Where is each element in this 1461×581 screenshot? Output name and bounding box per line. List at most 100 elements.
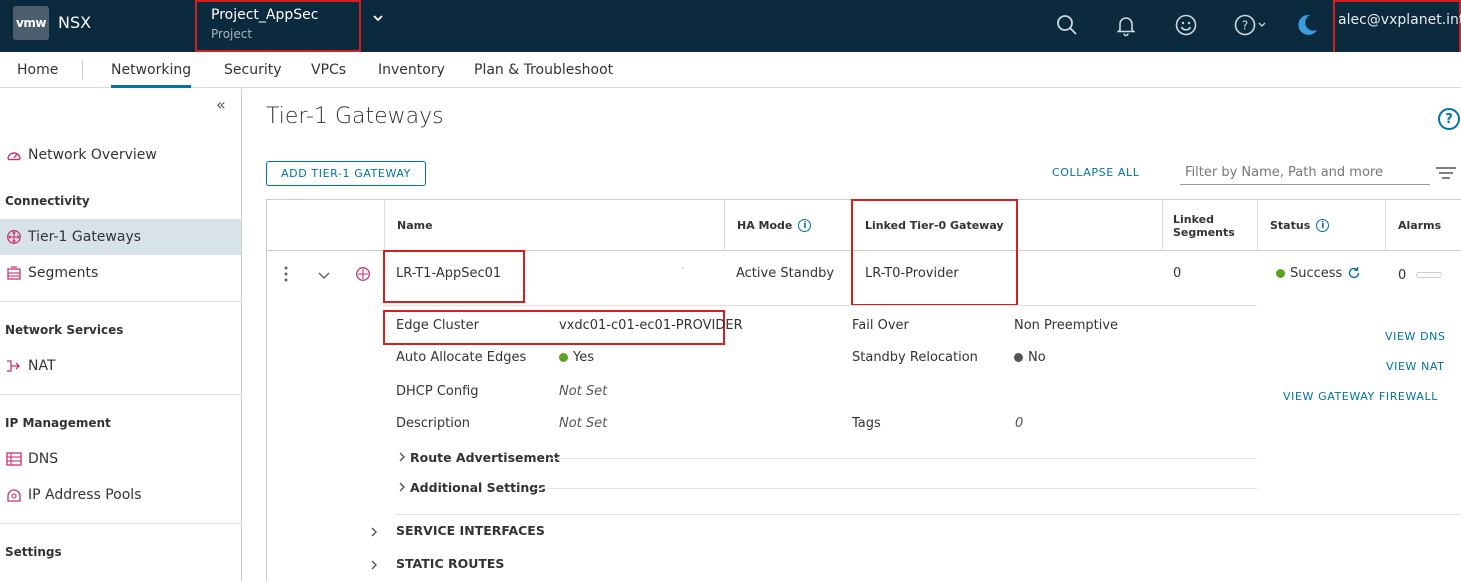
sidebar-item-tier1-gateways[interactable]: Tier-1 Gateways (0, 219, 241, 255)
collapse-sidebar-icon[interactable]: « (216, 95, 226, 114)
filter-input[interactable] (1180, 160, 1430, 185)
view-dns-link[interactable]: VIEW DNS (1385, 330, 1446, 343)
help-menu-icon[interactable]: ? (1232, 10, 1270, 40)
alarms-count: 0 (1398, 268, 1407, 283)
chevron-right-icon[interactable] (370, 559, 378, 574)
success-dot-icon (1276, 269, 1285, 278)
gauge-icon (6, 147, 22, 163)
tab-security[interactable]: Security (224, 62, 282, 78)
sidebar-heading-settings: Settings (5, 545, 62, 559)
svg-text:?: ? (1242, 19, 1248, 33)
sidebar: « Network Overview Connectivity Tier-1 G… (0, 89, 242, 581)
sidebar-item-ip-pools[interactable]: IP Address Pools (0, 477, 241, 513)
sidebar-item-label: Network Overview (28, 147, 157, 163)
tab-inventory[interactable]: Inventory (378, 62, 445, 78)
sidebar-heading-ip-management: IP Management (5, 416, 111, 430)
tags-label: Tags (852, 416, 881, 431)
column-name[interactable]: Name (384, 200, 724, 251)
column-ha-mode[interactable]: HA Mode i (724, 200, 852, 251)
sidebar-heading-connectivity: Connectivity (5, 194, 90, 208)
ha-mode-value: Active Standby (736, 266, 835, 281)
standby-relocation-text: No (1028, 350, 1046, 365)
failover-value: Non Preemptive (1014, 318, 1119, 333)
add-tier1-gateway-button[interactable]: ADD TIER-1 GATEWAY (266, 161, 426, 186)
section-divider (396, 514, 1461, 515)
tab-home[interactable]: Home (17, 62, 58, 78)
gateway-icon (355, 266, 371, 286)
smiley-icon[interactable] (1171, 10, 1201, 40)
refresh-icon[interactable] (1347, 266, 1361, 284)
route-advertisement-label: Route Advertisement (410, 450, 560, 465)
segments-icon (6, 265, 22, 281)
additional-settings-label: Additional Settings (410, 480, 546, 495)
standby-relocation-label: Standby Relocation (852, 350, 978, 365)
info-icon[interactable]: i (798, 219, 812, 232)
column-status[interactable]: Status i (1257, 200, 1385, 251)
tab-plan-troubleshoot[interactable]: Plan & Troubleshoot (474, 62, 613, 78)
row-divider (383, 305, 1257, 306)
sidebar-item-label: Tier-1 Gateways (28, 229, 142, 245)
user-name[interactable]: alec@vxplanet.int (1338, 12, 1461, 28)
collapse-all-button[interactable]: COLLAPSE ALL (1052, 166, 1139, 179)
app-name: NSX (58, 13, 92, 32)
dhcp-value: Not Set (559, 384, 608, 399)
static-routes-section[interactable]: STATIC ROUTES (396, 556, 504, 571)
sidebar-divider (0, 301, 241, 302)
tags-value[interactable]: 0 (1015, 416, 1023, 431)
ip-pool-icon (6, 487, 22, 503)
view-gateway-firewall-link[interactable]: VIEW GATEWAY FIREWALL (1283, 390, 1438, 403)
sidebar-item-label: NAT (28, 358, 56, 374)
chevron-down-icon[interactable] (372, 12, 384, 28)
help-icon[interactable]: ? (1438, 108, 1460, 130)
tab-networking[interactable]: Networking (111, 62, 192, 88)
info-icon[interactable]: i (1316, 219, 1330, 232)
sidebar-item-label: DNS (28, 451, 59, 467)
sidebar-item-segments[interactable]: Segments (0, 255, 241, 291)
main-nav: Home Networking Security VPCs Inventory … (0, 52, 1461, 88)
column-linked-segments[interactable]: Linked Segments (1162, 200, 1257, 251)
filter-lines-icon[interactable] (1436, 167, 1456, 179)
column-alarms[interactable]: Alarms (1385, 200, 1461, 251)
separator-dot: · (681, 264, 685, 275)
sidebar-heading-network-services: Network Services (5, 323, 124, 337)
project-label: Project (211, 27, 253, 41)
project-name[interactable]: Project_AppSec (211, 7, 318, 23)
linked-tier0-link[interactable]: LR-T0-Provider (865, 266, 959, 281)
sidebar-item-label: IP Address Pools (28, 487, 142, 503)
description-value: Not Set (559, 416, 608, 431)
success-dot-icon (559, 353, 568, 362)
vmware-logo: vmw (13, 6, 49, 40)
tab-vpcs[interactable]: VPCs (311, 62, 346, 78)
route-advertisement-expander[interactable]: Route Advertisement (398, 450, 560, 466)
column-label: Status (1270, 219, 1311, 232)
status-value: Success (1290, 266, 1343, 281)
edge-cluster-value: vxdc01-c01-ec01-PROVIDER (559, 318, 743, 333)
off-dot-icon (1014, 353, 1023, 362)
service-interfaces-section[interactable]: SERVICE INTERFACES (396, 523, 545, 538)
sidebar-item-dns[interactable]: DNS (0, 441, 241, 477)
status-badge: Success (1276, 266, 1342, 281)
gateway-icon (6, 229, 22, 245)
bell-icon[interactable] (1111, 10, 1141, 40)
moon-icon[interactable] (1291, 10, 1321, 40)
dhcp-label: DHCP Config (396, 384, 479, 399)
sidebar-item-nat[interactable]: NAT (0, 348, 241, 384)
gateway-name[interactable]: LR-T1-AppSec01 (396, 266, 501, 281)
sidebar-item-network-overview[interactable]: Network Overview (0, 137, 241, 173)
row-actions-icon[interactable] (281, 265, 291, 287)
column-label: HA Mode (737, 219, 793, 232)
chevron-right-icon (398, 451, 410, 466)
chevron-right-icon[interactable] (370, 526, 378, 541)
chevron-down-icon[interactable] (318, 270, 330, 285)
sidebar-divider (0, 394, 241, 395)
auto-allocate-value: Yes (559, 350, 594, 365)
highlight-box (851, 199, 1018, 306)
linked-segments-count[interactable]: 0 (1173, 266, 1181, 281)
additional-settings-expander[interactable]: Additional Settings (398, 480, 546, 496)
description-label: Description (396, 416, 471, 431)
view-nat-link[interactable]: VIEW NAT (1386, 360, 1445, 373)
search-icon[interactable] (1052, 10, 1082, 40)
chevron-right-icon (398, 481, 410, 496)
failover-label: Fail Over (852, 318, 909, 333)
edge-cluster-label: Edge Cluster (396, 318, 479, 333)
